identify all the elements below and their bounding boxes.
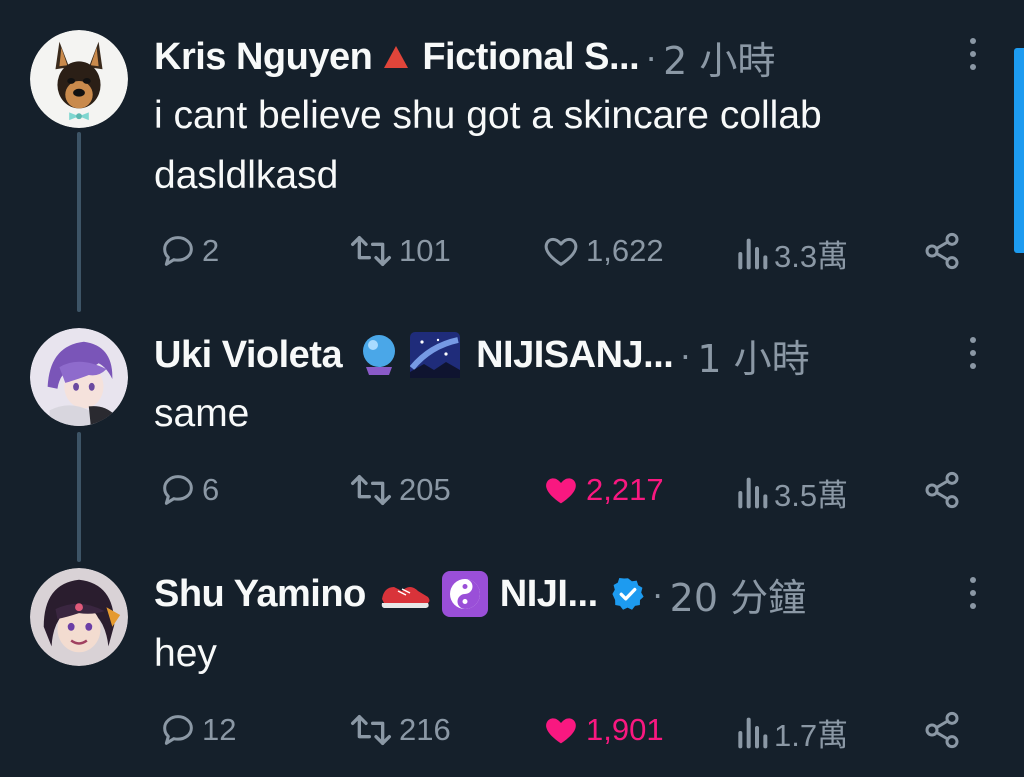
- red-triangle-icon: [382, 44, 410, 70]
- tweet-header: Shu Yamino NIJI... · 20 分鐘: [154, 567, 806, 622]
- retweet-button[interactable]: 216: [347, 710, 451, 750]
- verified-badge-icon: [610, 576, 646, 612]
- like-button[interactable]: 1,901: [540, 710, 664, 750]
- retweet-button[interactable]: 101: [347, 231, 451, 271]
- tweet-header: Kris Nguyen Fictional S... · 2 小時: [154, 30, 775, 85]
- tweet[interactable]: Uki Violeta NIJISANJ... · 1 小時 same 6 20…: [0, 300, 1024, 540]
- tweet-text: i cant believe shu got a skincare collab…: [154, 86, 822, 206]
- avatar[interactable]: [30, 30, 128, 128]
- more-options-icon[interactable]: [962, 38, 984, 74]
- like-count: 1,622: [586, 233, 664, 268]
- display-name-affiliation: NIJISANJ...: [476, 333, 674, 376]
- views-button[interactable]: 3.5萬: [734, 470, 848, 515]
- more-options-icon[interactable]: [962, 337, 984, 373]
- retweet-count: 101: [399, 233, 451, 268]
- share-button[interactable]: [922, 470, 966, 510]
- tweet-header: Uki Violeta NIJISANJ... · 1 小時: [154, 328, 810, 383]
- tweet-actions: 12 216 1,901 1.7萬: [0, 710, 1024, 753]
- tweet-text-line: same: [154, 392, 250, 435]
- like-count: 1,901: [586, 712, 664, 747]
- tweet-actions: 6 205 2,217 3.5萬: [0, 470, 1024, 513]
- tweet[interactable]: Kris Nguyen Fictional S... · 2 小時 i cant…: [0, 0, 1024, 300]
- share-button[interactable]: [922, 231, 966, 271]
- like-icon: [546, 478, 576, 504]
- views-count: 3.3萬: [774, 239, 849, 274]
- share-button[interactable]: [922, 710, 966, 750]
- separator: ·: [679, 334, 692, 375]
- views-count: 1.7萬: [774, 718, 849, 753]
- retweet-count: 205: [399, 472, 451, 507]
- reply-count: 2: [202, 233, 220, 268]
- separator: ·: [645, 36, 658, 77]
- like-button[interactable]: 1,622: [540, 231, 664, 271]
- reply-count: 6: [202, 472, 220, 507]
- milky-way-icon: [410, 332, 461, 378]
- reply-icon: [163, 236, 193, 266]
- views-icon: [738, 477, 768, 508]
- retweet-icon: [351, 236, 392, 266]
- views-icon: [738, 238, 768, 269]
- separator: ·: [651, 573, 664, 614]
- tweet-text-line: i cant believe shu got a skincare collab: [154, 94, 822, 137]
- timestamp[interactable]: 1 小時: [697, 328, 809, 383]
- like-button[interactable]: 2,217: [540, 470, 664, 510]
- like-count: 2,217: [586, 472, 664, 507]
- timestamp[interactable]: 20 分鐘: [670, 567, 806, 622]
- display-name-affiliation: Fictional S...: [422, 35, 640, 78]
- retweet-icon: [351, 715, 392, 745]
- more-options-icon[interactable]: [962, 577, 984, 613]
- reply-button[interactable]: 2: [158, 231, 219, 271]
- views-button[interactable]: 3.3萬: [734, 231, 848, 276]
- reply-button[interactable]: 12: [158, 710, 236, 750]
- avatar[interactable]: [30, 328, 128, 426]
- share-icon: [925, 232, 959, 270]
- like-icon: [546, 718, 576, 744]
- display-name-affiliation: NIJI...: [499, 572, 598, 615]
- views-count: 3.5萬: [774, 478, 849, 513]
- share-icon: [925, 471, 959, 509]
- reply-count: 12: [202, 712, 237, 747]
- timestamp[interactable]: 2 小時: [663, 30, 775, 85]
- tweet-text-line: dasldlkasd: [154, 154, 339, 197]
- avatar[interactable]: [30, 568, 128, 666]
- yin-yang-icon: [441, 571, 488, 617]
- reply-button[interactable]: 6: [158, 470, 219, 510]
- display-name[interactable]: Kris Nguyen: [154, 36, 373, 79]
- share-icon: [925, 711, 959, 749]
- display-name[interactable]: Uki Violeta: [154, 334, 343, 377]
- retweet-count: 216: [399, 712, 451, 747]
- crystal-ball-icon: [358, 333, 400, 377]
- reply-icon: [163, 475, 193, 505]
- like-icon: [544, 237, 578, 266]
- reply-icon: [163, 715, 193, 745]
- sneaker-icon: [380, 577, 432, 611]
- tweet-text-line: hey: [154, 632, 217, 675]
- tweet[interactable]: Shu Yamino NIJI... · 20 分鐘 hey 12 216 1,…: [0, 540, 1024, 777]
- tweet-text: same: [154, 384, 249, 444]
- views-button[interactable]: 1.7萬: [734, 710, 848, 755]
- retweet-icon: [351, 475, 392, 505]
- tweet-text: hey: [154, 624, 217, 684]
- tweet-actions: 2 101 1,622 3.3萬: [0, 231, 1024, 274]
- views-icon: [738, 717, 768, 748]
- retweet-button[interactable]: 205: [347, 470, 451, 510]
- display-name[interactable]: Shu Yamino: [154, 573, 366, 616]
